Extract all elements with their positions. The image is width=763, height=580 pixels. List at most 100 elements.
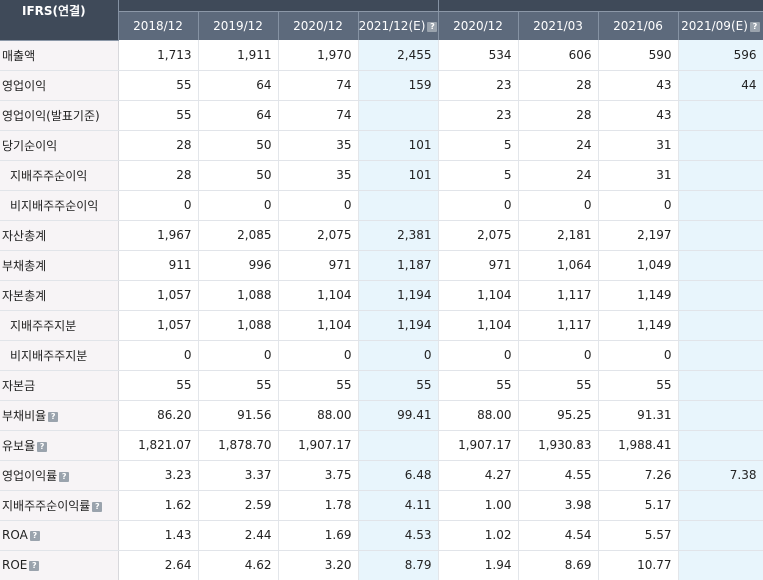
table-cell: 4.62 bbox=[198, 550, 279, 580]
table-cell: 64 bbox=[198, 100, 279, 131]
table-cell: 911 bbox=[118, 250, 199, 281]
row-label-text: 부채총계 bbox=[2, 258, 47, 273]
table-cell: 31 bbox=[598, 160, 679, 191]
annual-group-header bbox=[118, 0, 439, 12]
table-cell: 88.00 bbox=[278, 400, 359, 431]
help-icon[interactable]: ? bbox=[92, 501, 103, 512]
table-body: 매출액 1,713 1,911 1,970 2,455 534 606 590 596 영업이익 5… bbox=[0, 40, 763, 580]
table-cell: 43 bbox=[598, 70, 679, 101]
table-cell: 55 bbox=[118, 370, 199, 401]
table-cell: 0 bbox=[518, 340, 599, 371]
table-cell: 99.41 bbox=[358, 400, 439, 431]
financial-summary-table: IFRS(연결) 2018/12 2019/12 2020/12 2021/12(E)… bbox=[0, 0, 763, 580]
row-label: 부채총계 bbox=[0, 250, 119, 281]
period-header-2: 2020/12 bbox=[278, 11, 359, 40]
table-row: 지배주주지분 1,057 1,088 1,104 1,194 1,104 1,117 1,14… bbox=[0, 310, 763, 341]
table-cell: 606 bbox=[518, 40, 599, 71]
table-cell: 1,104 bbox=[278, 280, 359, 311]
table-cell: 2.59 bbox=[198, 490, 279, 521]
row-label: 유보율? bbox=[0, 430, 119, 461]
period-header-5: 2021/03 bbox=[518, 11, 599, 40]
table-row: 영업이익률? 3.23 3.37 3.75 6.48 4.27 4.55 7.26 7.38 bbox=[0, 460, 763, 491]
row-label-text: 지배주주순이익 bbox=[10, 168, 88, 183]
table-cell: 1,930.83 bbox=[518, 430, 599, 461]
help-icon[interactable]: ? bbox=[48, 411, 59, 422]
table-cell: 1,117 bbox=[518, 310, 599, 341]
table-row: 자본총계 1,057 1,088 1,104 1,194 1,104 1,117 1,149 bbox=[0, 280, 763, 311]
table-cell: 0 bbox=[118, 340, 199, 371]
table-cell: 1,911 bbox=[198, 40, 279, 71]
table-cell: 4.54 bbox=[518, 520, 599, 551]
table-cell: 1,088 bbox=[198, 310, 279, 341]
table-row: 지배주주순이익률? 1.62 2.59 1.78 4.11 1.00 3.98 5.17 bbox=[0, 490, 763, 521]
table-cell: 1,988.41 bbox=[598, 430, 679, 461]
row-label: 당기순이익 bbox=[0, 130, 119, 161]
help-icon[interactable]: ? bbox=[29, 561, 40, 571]
table-cell bbox=[678, 430, 763, 461]
table-cell: 101 bbox=[358, 130, 439, 161]
table-cell: 1,194 bbox=[358, 280, 439, 311]
table-cell: 74 bbox=[278, 100, 359, 131]
row-label: 비지배주주순이익 bbox=[0, 190, 119, 221]
period-header-label: 2020/12 bbox=[293, 19, 343, 33]
row-label-text: 당기순이익 bbox=[2, 138, 58, 153]
table-cell: 1,057 bbox=[118, 280, 199, 311]
row-label: 지배주주순이익률? bbox=[0, 490, 119, 521]
table-cell: 1,088 bbox=[198, 280, 279, 311]
help-icon[interactable]: ? bbox=[37, 441, 48, 452]
table-cell bbox=[678, 130, 763, 161]
estimate-info-icon[interactable]: ? bbox=[427, 22, 438, 32]
table-row: 당기순이익 28 50 35 101 5 24 31 bbox=[0, 130, 763, 161]
row-label-text: ROA bbox=[2, 528, 28, 542]
table-cell: 8.79 bbox=[358, 550, 439, 580]
help-icon[interactable]: ? bbox=[59, 471, 70, 482]
table-cell: 55 bbox=[518, 370, 599, 401]
quarterly-group-header bbox=[438, 0, 763, 12]
table-cell: 0 bbox=[278, 190, 359, 221]
table-cell: 1.00 bbox=[438, 490, 519, 521]
table-cell: 10.77 bbox=[598, 550, 679, 580]
table-cell: 28 bbox=[518, 70, 599, 101]
table-cell bbox=[678, 490, 763, 521]
row-label-text: 지배주주순이익률 bbox=[2, 498, 91, 513]
period-header-7: 2021/09(E)? bbox=[678, 11, 763, 40]
table-row: 부채비율? 86.20 91.56 88.00 99.41 88.00 95.25 91.31 bbox=[0, 400, 763, 431]
row-label: 지배주주순이익 bbox=[0, 160, 119, 191]
row-label-text: 유보율 bbox=[2, 438, 36, 453]
table-cell: 35 bbox=[278, 160, 359, 191]
table-cell: 50 bbox=[198, 160, 279, 191]
period-header-label: 2020/12 bbox=[453, 19, 503, 33]
row-label: ROE? bbox=[0, 550, 119, 580]
table-cell: 1,104 bbox=[438, 310, 519, 341]
period-header-3: 2021/12(E)? bbox=[358, 11, 439, 40]
table-cell: 1,187 bbox=[358, 250, 439, 281]
table-cell: 55 bbox=[198, 370, 279, 401]
table-cell: 1,049 bbox=[598, 250, 679, 281]
row-label-text: 매출액 bbox=[2, 48, 36, 63]
table-cell: 971 bbox=[278, 250, 359, 281]
table-cell: 44 bbox=[678, 70, 763, 101]
table-cell: 5 bbox=[438, 130, 519, 161]
table-cell: 3.20 bbox=[278, 550, 359, 580]
table-cell: 7.38 bbox=[678, 460, 763, 491]
table-cell: 3.98 bbox=[518, 490, 599, 521]
table-cell: 8.69 bbox=[518, 550, 599, 580]
table-cell bbox=[678, 160, 763, 191]
table-cell: 91.31 bbox=[598, 400, 679, 431]
table-cell: 2.44 bbox=[198, 520, 279, 551]
table-row: 자본금 55 55 55 55 55 55 55 bbox=[0, 370, 763, 401]
table-cell: 88.00 bbox=[438, 400, 519, 431]
table-cell: 0 bbox=[438, 190, 519, 221]
table-cell bbox=[358, 190, 439, 221]
table-cell: 1,149 bbox=[598, 310, 679, 341]
help-icon[interactable]: ? bbox=[29, 531, 40, 541]
table-cell: 55 bbox=[118, 70, 199, 101]
table-cell: 86.20 bbox=[118, 400, 199, 431]
table-cell: 0 bbox=[358, 340, 439, 371]
table-cell: 55 bbox=[598, 370, 679, 401]
table-cell: 2,181 bbox=[518, 220, 599, 251]
row-label: 자본금 bbox=[0, 370, 119, 401]
period-header-label: 2021/09(E) bbox=[681, 19, 748, 33]
table-cell: 31 bbox=[598, 130, 679, 161]
estimate-info-icon[interactable]: ? bbox=[749, 22, 760, 32]
